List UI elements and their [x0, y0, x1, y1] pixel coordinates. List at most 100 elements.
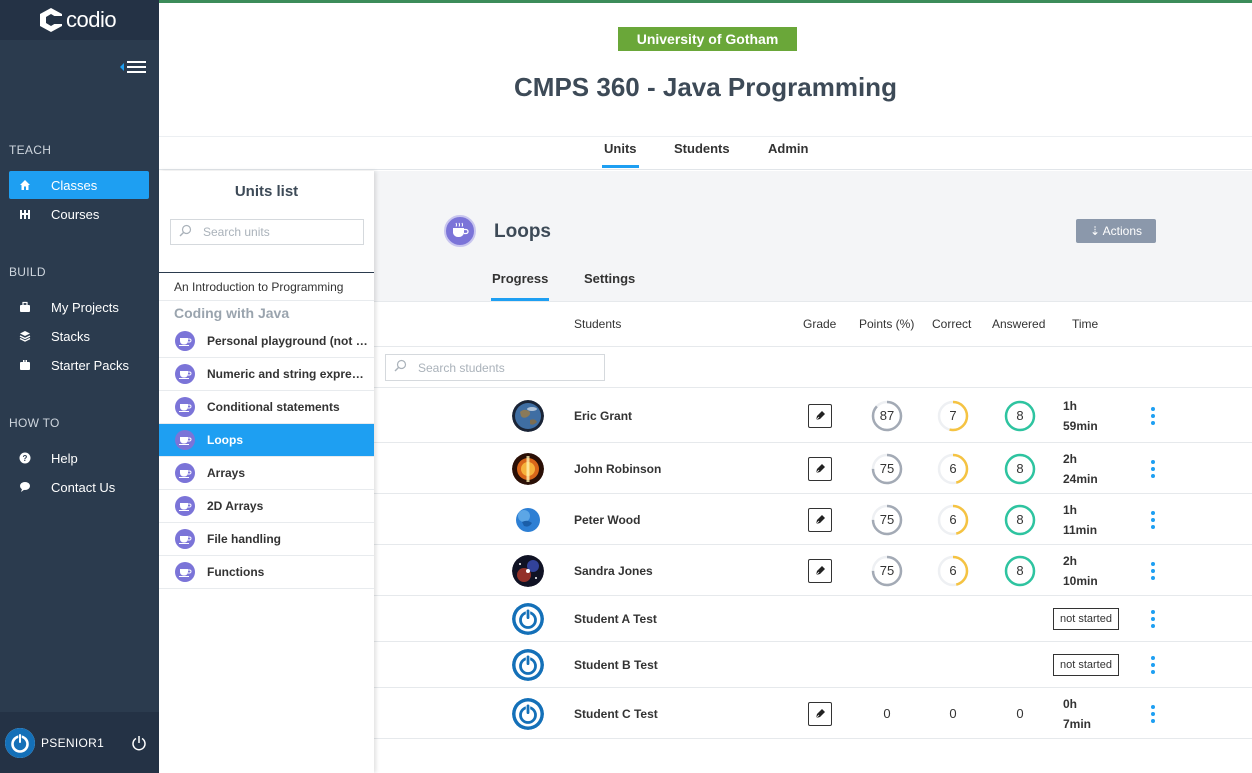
- page-title: CMPS 360 - Java Programming: [514, 72, 897, 102]
- tab-units[interactable]: Units: [602, 141, 638, 168]
- answered-value: 8: [1004, 400, 1036, 432]
- more-options-icon[interactable]: [1148, 406, 1158, 426]
- time-spent: 1h 59min: [1063, 396, 1098, 436]
- answered-value: 8: [1004, 453, 1036, 485]
- tab-students[interactable]: Students: [674, 141, 730, 156]
- university-badge: University of Gotham: [618, 27, 797, 51]
- sidebar-item-label: Contact Us: [51, 479, 116, 495]
- unit-item[interactable]: Functions: [159, 556, 374, 589]
- unit-item[interactable]: File handling: [159, 523, 374, 556]
- header-grade: Grade: [803, 317, 837, 331]
- header-correct: Correct: [932, 317, 972, 331]
- grade-button[interactable]: [808, 507, 832, 532]
- unit-item-label: Numeric and string expressions: [207, 367, 370, 381]
- student-name[interactable]: Peter Wood: [574, 513, 640, 527]
- units-search-input[interactable]: [203, 225, 353, 239]
- user-name: PSENIOR1: [41, 735, 105, 750]
- logout-power-icon[interactable]: [131, 735, 147, 751]
- package-icon: [18, 358, 32, 372]
- unit-item[interactable]: Numeric and string expressions: [159, 358, 374, 391]
- student-name[interactable]: Sandra Jones: [574, 564, 653, 578]
- sidebar-item-help[interactable]: ? Help: [9, 444, 149, 472]
- student-avatar[interactable]: [512, 554, 544, 587]
- unit-item-label: Conditional statements: [207, 400, 340, 414]
- codio-logo-icon: [38, 7, 64, 33]
- pen-nib-icon: [814, 565, 825, 576]
- svg-text:?: ?: [23, 454, 28, 463]
- time-hours: 2h: [1063, 451, 1078, 466]
- chat-icon: [18, 480, 32, 494]
- student-avatar[interactable]: [512, 452, 544, 485]
- coffee-cup-icon: [175, 562, 195, 582]
- time-minutes: 10min: [1063, 573, 1098, 588]
- user-avatar[interactable]: [5, 727, 35, 758]
- time-spent: 0h 7min: [1063, 694, 1091, 734]
- coffee-cup-icon: [175, 331, 195, 351]
- student-name[interactable]: Student C Test: [574, 707, 658, 721]
- coffee-cup-icon: [175, 496, 195, 516]
- coffee-cup-icon: [175, 430, 195, 450]
- pen-nib-icon: [814, 514, 825, 525]
- search-icon: [179, 224, 193, 240]
- unit-item-label: Arrays: [207, 466, 246, 480]
- unit-item[interactable]: Personal playground (not graded): [159, 325, 374, 358]
- table-row: John Robinson 75 6 8 2h 24min: [374, 443, 1252, 494]
- grade-button[interactable]: [808, 456, 832, 481]
- status-badge: not started: [1053, 654, 1119, 676]
- time-minutes: 7min: [1063, 716, 1092, 731]
- students-search-input[interactable]: [418, 360, 598, 375]
- sidebar: codio TEACH Classes Courses BUILD My Pro…: [0, 0, 159, 773]
- sidebar-item-courses[interactable]: Courses: [9, 200, 149, 228]
- tab-progress[interactable]: Progress: [490, 271, 550, 301]
- unit-item[interactable]: 2D Arrays: [159, 490, 374, 523]
- more-options-icon[interactable]: [1148, 561, 1158, 581]
- unit-item-label: Functions: [207, 565, 265, 579]
- sidebar-item-contact-us[interactable]: Contact Us: [9, 473, 149, 501]
- sidebar-item-classes[interactable]: Classes: [9, 171, 149, 199]
- more-options-icon[interactable]: [1148, 510, 1158, 530]
- unit-item[interactable]: Loops: [159, 424, 374, 457]
- sidebar-item-label: Help: [51, 450, 78, 466]
- top-accent-line: [159, 0, 1252, 3]
- student-avatar[interactable]: [512, 603, 544, 635]
- table-row: Student B Test not started: [374, 642, 1252, 688]
- coffee-cup-icon: [444, 215, 476, 247]
- stack-icon: [18, 329, 32, 343]
- main-tabs: Units Students Admin: [159, 136, 1252, 170]
- more-options-icon[interactable]: [1148, 459, 1158, 479]
- actions-button[interactable]: ⇣ Actions: [1076, 219, 1156, 243]
- student-avatar[interactable]: [512, 697, 544, 730]
- coffee-cup-icon: [175, 397, 195, 417]
- collapse-menu-icon[interactable]: [120, 58, 148, 76]
- coffee-cup-icon: [175, 364, 195, 384]
- student-avatar[interactable]: [512, 399, 544, 432]
- user-bar: PSENIOR1: [0, 712, 159, 773]
- sidebar-item-stacks[interactable]: Stacks: [9, 322, 149, 350]
- student-avatar[interactable]: [512, 649, 544, 681]
- more-options-icon[interactable]: [1148, 655, 1158, 675]
- tab-settings[interactable]: Settings: [584, 271, 635, 286]
- correct-value: 6: [937, 453, 969, 485]
- unit-item[interactable]: Conditional statements: [159, 391, 374, 424]
- grade-button[interactable]: [808, 403, 832, 428]
- tab-admin[interactable]: Admin: [768, 141, 808, 156]
- header-students: Students: [574, 317, 622, 331]
- sidebar-item-label: Courses: [51, 206, 100, 222]
- student-name[interactable]: John Robinson: [574, 462, 661, 476]
- table-row: Sandra Jones 75 6 8 2h 10min: [374, 545, 1252, 596]
- section-build: BUILD: [9, 265, 46, 279]
- student-avatar[interactable]: [512, 503, 544, 536]
- more-options-icon[interactable]: [1148, 704, 1158, 724]
- unit-intro-item[interactable]: An Introduction to Programming: [159, 273, 374, 301]
- help-icon: ?: [18, 451, 32, 465]
- grade-button[interactable]: [808, 558, 832, 583]
- student-name[interactable]: Eric Grant: [574, 409, 632, 423]
- unit-item[interactable]: Arrays: [159, 457, 374, 490]
- student-name[interactable]: Student B Test: [574, 658, 658, 672]
- grade-button[interactable]: [808, 701, 832, 726]
- sidebar-item-my-projects[interactable]: My Projects: [9, 293, 149, 321]
- student-name[interactable]: Student A Test: [574, 612, 657, 626]
- sidebar-item-starter-packs[interactable]: Starter Packs: [9, 351, 149, 379]
- points-value: 75: [871, 504, 903, 536]
- more-options-icon[interactable]: [1148, 609, 1158, 629]
